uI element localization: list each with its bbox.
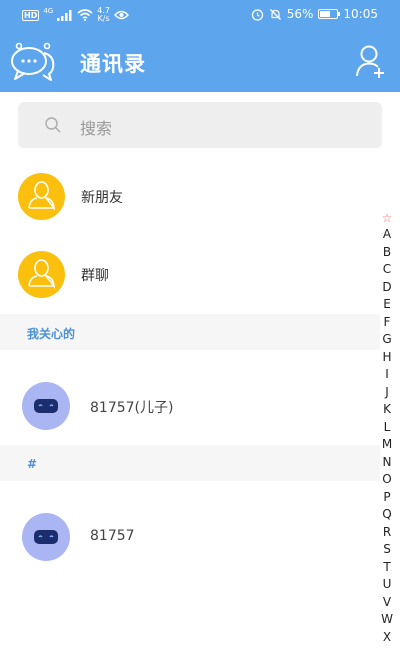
alphabet-index-letter[interactable]: A — [376, 226, 398, 244]
network-type: 4G — [43, 7, 54, 15]
signal-icon — [57, 9, 72, 21]
status-right: 56% 10:05 — [251, 7, 378, 21]
new-friends-avatar — [18, 173, 65, 220]
search-placeholder: 搜索 — [80, 119, 113, 138]
alphabet-index-letter[interactable]: N — [376, 454, 398, 472]
robot-face-icon — [34, 399, 58, 413]
app-header: HD 4G 4.7 K/s 56% 10:05 通讯录 — [0, 0, 400, 92]
alphabet-index-letter[interactable]: U — [376, 576, 398, 594]
person-icon — [28, 181, 56, 211]
alphabet-index-letter[interactable]: W — [376, 611, 398, 629]
alphabet-index-letter[interactable]: C — [376, 261, 398, 279]
alphabet-index-letter[interactable]: T — [376, 559, 398, 577]
section-header-favorites: 我关心的 — [0, 314, 380, 350]
mute-icon — [269, 8, 281, 20]
group-chat-entry[interactable]: 群聊 — [0, 251, 380, 321]
network-speed: 4.7 K/s — [97, 7, 110, 23]
alphabet-index-letter[interactable]: H — [376, 349, 398, 367]
alphabet-index-star[interactable]: ☆ — [376, 210, 398, 226]
alphabet-index-letter[interactable]: D — [376, 279, 398, 297]
new-friends-label: 新朋友 — [81, 190, 123, 206]
section-title: # — [27, 457, 38, 471]
search-bar[interactable]: 搜索 — [18, 102, 382, 148]
contact-row[interactable]: 81757(儿子) — [0, 382, 380, 452]
contact-name: 81757(儿子) — [90, 400, 174, 416]
alphabet-index-letter[interactable]: K — [376, 401, 398, 419]
alphabet-index-letter[interactable]: J — [376, 384, 398, 402]
speed-unit: K/s — [97, 14, 110, 23]
contacts-screen: HD 4G 4.7 K/s 56% 10:05 通讯录 搜索 新朋友 群聊 我关… — [0, 0, 400, 666]
contact-name: 81757 — [90, 528, 135, 544]
page-title: 通讯录 — [80, 52, 146, 76]
alphabet-index[interactable]: ☆ ABCDEFGHIJKLMNOPQRSTUVWX — [376, 210, 398, 646]
eye-icon — [114, 10, 129, 20]
search-icon — [45, 117, 61, 133]
battery-icon — [318, 9, 341, 19]
alphabet-index-letter[interactable]: G — [376, 331, 398, 349]
alphabet-index-letter[interactable]: V — [376, 594, 398, 612]
alphabet-index-letter[interactable]: I — [376, 366, 398, 384]
person-icon — [28, 259, 56, 289]
clock: 10:05 — [343, 7, 378, 21]
alphabet-index-letter[interactable]: E — [376, 296, 398, 314]
section-header-hash: # — [0, 445, 380, 481]
alphabet-index-letter[interactable]: L — [376, 419, 398, 437]
alphabet-index-letter[interactable]: P — [376, 489, 398, 507]
group-chat-avatar — [18, 251, 65, 298]
alphabet-index-letter[interactable]: Q — [376, 506, 398, 524]
hd-icon: HD — [22, 9, 40, 21]
group-chat-label: 群聊 — [81, 268, 109, 284]
alarm-icon — [251, 8, 263, 21]
chat-bubbles-logo-icon — [11, 42, 55, 81]
contact-row[interactable]: 81757 — [0, 513, 380, 583]
alphabet-index-letter[interactable]: M — [376, 436, 398, 454]
alphabet-index-letter[interactable]: R — [376, 524, 398, 542]
contact-avatar — [22, 382, 70, 430]
alphabet-index-letter[interactable]: O — [376, 471, 398, 489]
alphabet-index-letter[interactable]: X — [376, 629, 398, 647]
battery-percent: 56% — [286, 7, 314, 21]
alphabet-index-letter[interactable]: B — [376, 244, 398, 262]
new-friends-entry[interactable]: 新朋友 — [0, 173, 380, 243]
robot-face-icon — [34, 530, 58, 544]
status-bar: HD 4G 4.7 K/s 56% 10:05 — [0, 0, 400, 30]
status-left: HD 4G 4.7 K/s — [22, 7, 129, 23]
contact-avatar — [22, 513, 70, 561]
add-friend-icon[interactable] — [356, 44, 386, 78]
alphabet-index-letter[interactable]: S — [376, 541, 398, 559]
section-title: 我关心的 — [27, 327, 76, 341]
alphabet-index-letter[interactable]: F — [376, 314, 398, 332]
wifi-icon — [77, 9, 93, 21]
